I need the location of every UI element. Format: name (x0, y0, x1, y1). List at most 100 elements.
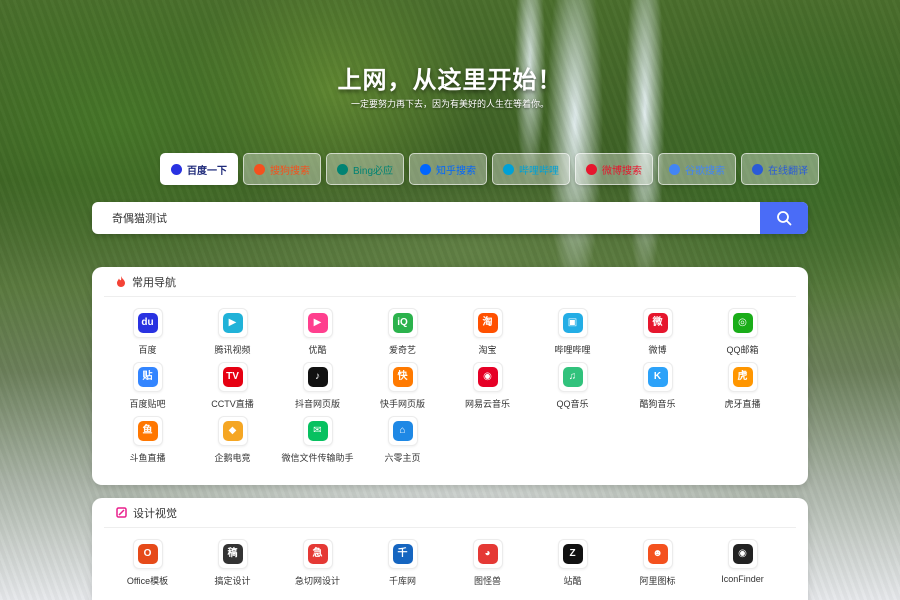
engine-label: 谷歌搜索 (685, 165, 726, 177)
section-title: 设计视觉 (133, 507, 177, 520)
search-engine-tabs: 百度一下 搜狗搜索 Bing必应 知乎搜索 哔哩哔哩 微博搜索 谷歌搜索 在线翻译 (160, 153, 820, 185)
bing-icon (337, 163, 348, 175)
engine-tab[interactable]: 哔哩哔哩 (492, 153, 571, 185)
icon-tile: Z (557, 539, 588, 569)
nav-link-label: 爱奇艺 (388, 345, 416, 355)
nav-link[interactable]: ▣ 哔哩哔哩 (530, 308, 615, 356)
section-title: 常用导航 (132, 276, 176, 289)
nav-link[interactable]: 鱼斗鱼直播 (105, 416, 190, 464)
design-icon (116, 507, 127, 518)
engine-label: 知乎搜索 (436, 165, 477, 177)
nav-link-label: 企鹅电竞 (214, 453, 251, 463)
nav-link[interactable]: 急急切网设计 (275, 539, 360, 587)
engine-label: Bing必应 (353, 165, 394, 177)
icon-tile: iQ (387, 308, 418, 338)
nav-link[interactable]: ♫ QQ音乐 (530, 362, 615, 410)
icon-tile: ◆ (217, 416, 248, 446)
zhihu-icon (420, 163, 432, 175)
nav-link[interactable]: 千千库网 (360, 539, 445, 587)
nav-link[interactable]: 淘淘宝 (445, 308, 530, 356)
nav-link-label: IconFinder (721, 574, 764, 584)
nav-link-label: 快手网页版 (379, 399, 425, 409)
zcool-icon: Z (562, 544, 583, 564)
home-icon: ⌂ (392, 421, 413, 441)
nav-link[interactable]: ▶ 腾讯视频 (190, 308, 275, 356)
nav-link[interactable]: 虎虎牙直播 (700, 362, 785, 410)
qq-music-icon: ♫ (562, 367, 583, 387)
nav-link[interactable]: ◎ QQ邮箱 (700, 308, 785, 356)
qianku-icon: 千 (392, 544, 413, 564)
iconfont-icon: ☻ (647, 544, 668, 564)
taobao-icon: 淘 (477, 313, 498, 333)
nav-link[interactable]: TV CCTV直播 (190, 362, 275, 410)
cctv-icon: TV (222, 367, 243, 387)
icon-tile: K (642, 362, 673, 392)
engine-tab[interactable]: Bing必应 (326, 153, 405, 185)
search-input[interactable] (92, 202, 760, 234)
baidu-icon (171, 163, 182, 175)
icon-tile: ◉ (727, 539, 758, 569)
nav-link-label: 网易云音乐 (464, 399, 510, 409)
section-card-design: 设计视觉 O Office模板稿搞定设计急急切网设计千千库网 ◕ 图怪兽 Z 站酷 ☻ 阿里图… (92, 498, 808, 600)
nav-link[interactable]: ▶ 优酷 (275, 308, 360, 356)
nav-link[interactable]: du 百度 (105, 308, 190, 356)
nav-link[interactable]: 快快手网页版 (360, 362, 445, 410)
nav-link[interactable]: 稿搞定设计 (190, 539, 275, 587)
engine-tab[interactable]: 谷歌搜索 (658, 153, 737, 185)
engine-tab[interactable]: 百度一下 (160, 153, 238, 185)
engine-tab[interactable]: 微博搜索 (575, 153, 654, 185)
search-button[interactable] (760, 202, 808, 234)
section-header: 设计视觉 (104, 498, 796, 528)
nav-link[interactable]: 微微博 (615, 308, 700, 356)
engine-label: 哔哩哔哩 (519, 165, 560, 177)
baidu-icon: du (137, 313, 158, 333)
iqiyi-icon: iQ (392, 313, 413, 333)
icon-tile: ◉ (472, 362, 503, 392)
engine-tab[interactable]: 知乎搜索 (409, 153, 488, 185)
nav-link[interactable]: ⌂ 六零主页 (360, 416, 445, 464)
douyin-icon: ♪ (307, 367, 328, 387)
engine-label: 微博搜索 (602, 165, 643, 177)
search-icon (777, 211, 792, 226)
icon-tile: ♫ (557, 362, 588, 392)
icon-tile: TV (217, 362, 248, 392)
nav-link[interactable]: ◆ 企鹅电竞 (190, 416, 275, 464)
nav-link-label: 千库网 (388, 576, 416, 586)
nav-link[interactable]: ◉ IconFinder (700, 539, 785, 587)
nav-link-label: QQ邮箱 (726, 345, 759, 355)
nav-link[interactable]: ☻ 阿里图标 (615, 539, 700, 587)
engine-label: 百度一下 (187, 165, 227, 177)
tieba-icon: 贴 (137, 367, 158, 387)
nav-link[interactable]: ♪ 抖音网页版 (275, 362, 360, 410)
engine-label: 搜狗搜索 (270, 165, 310, 177)
hero-title: 上网，从这里开始！ (337, 67, 563, 94)
nav-link[interactable]: iQ 爱奇艺 (360, 308, 445, 356)
nav-link[interactable]: ✉ 微信文件传输助手 (275, 416, 360, 464)
engine-label: 在线翻译 (768, 165, 809, 177)
engine-tab[interactable]: 在线翻译 (741, 153, 820, 185)
nav-link[interactable]: ◉ 网易云音乐 (445, 362, 530, 410)
nav-link[interactable]: O Office模板 (105, 539, 190, 587)
engine-tab[interactable]: 搜狗搜索 (243, 153, 321, 185)
huya-icon: 虎 (732, 367, 753, 387)
qq-mail-icon: ◎ (732, 313, 753, 333)
iconfinder-icon: ◉ (732, 544, 753, 564)
nav-link[interactable]: Z 站酷 (530, 539, 615, 587)
weibo-icon: 微 (647, 313, 668, 333)
penguin-esports-icon: ◆ (222, 421, 243, 441)
gaoding-icon: 稿 (222, 544, 243, 564)
nav-link-label: QQ音乐 (556, 399, 589, 409)
icon-tile: 微 (642, 308, 673, 338)
nav-link-label: 百度 (138, 345, 157, 355)
nav-link[interactable]: ◕ 图怪兽 (445, 539, 530, 587)
youku-icon: ▶ (307, 313, 328, 333)
nav-link-label: 斗鱼直播 (129, 453, 166, 463)
nav-link[interactable]: 贴百度贴吧 (105, 362, 190, 410)
wechat-icon: ✉ (307, 421, 328, 441)
nav-link-label: 微博 (648, 345, 667, 355)
nav-link-label: 淘宝 (478, 345, 497, 355)
icon-tile: ◎ (727, 308, 758, 338)
nav-link-label: 站酷 (563, 576, 582, 586)
icon-tile: ♪ (302, 362, 333, 392)
nav-link[interactable]: K 酷狗音乐 (615, 362, 700, 410)
